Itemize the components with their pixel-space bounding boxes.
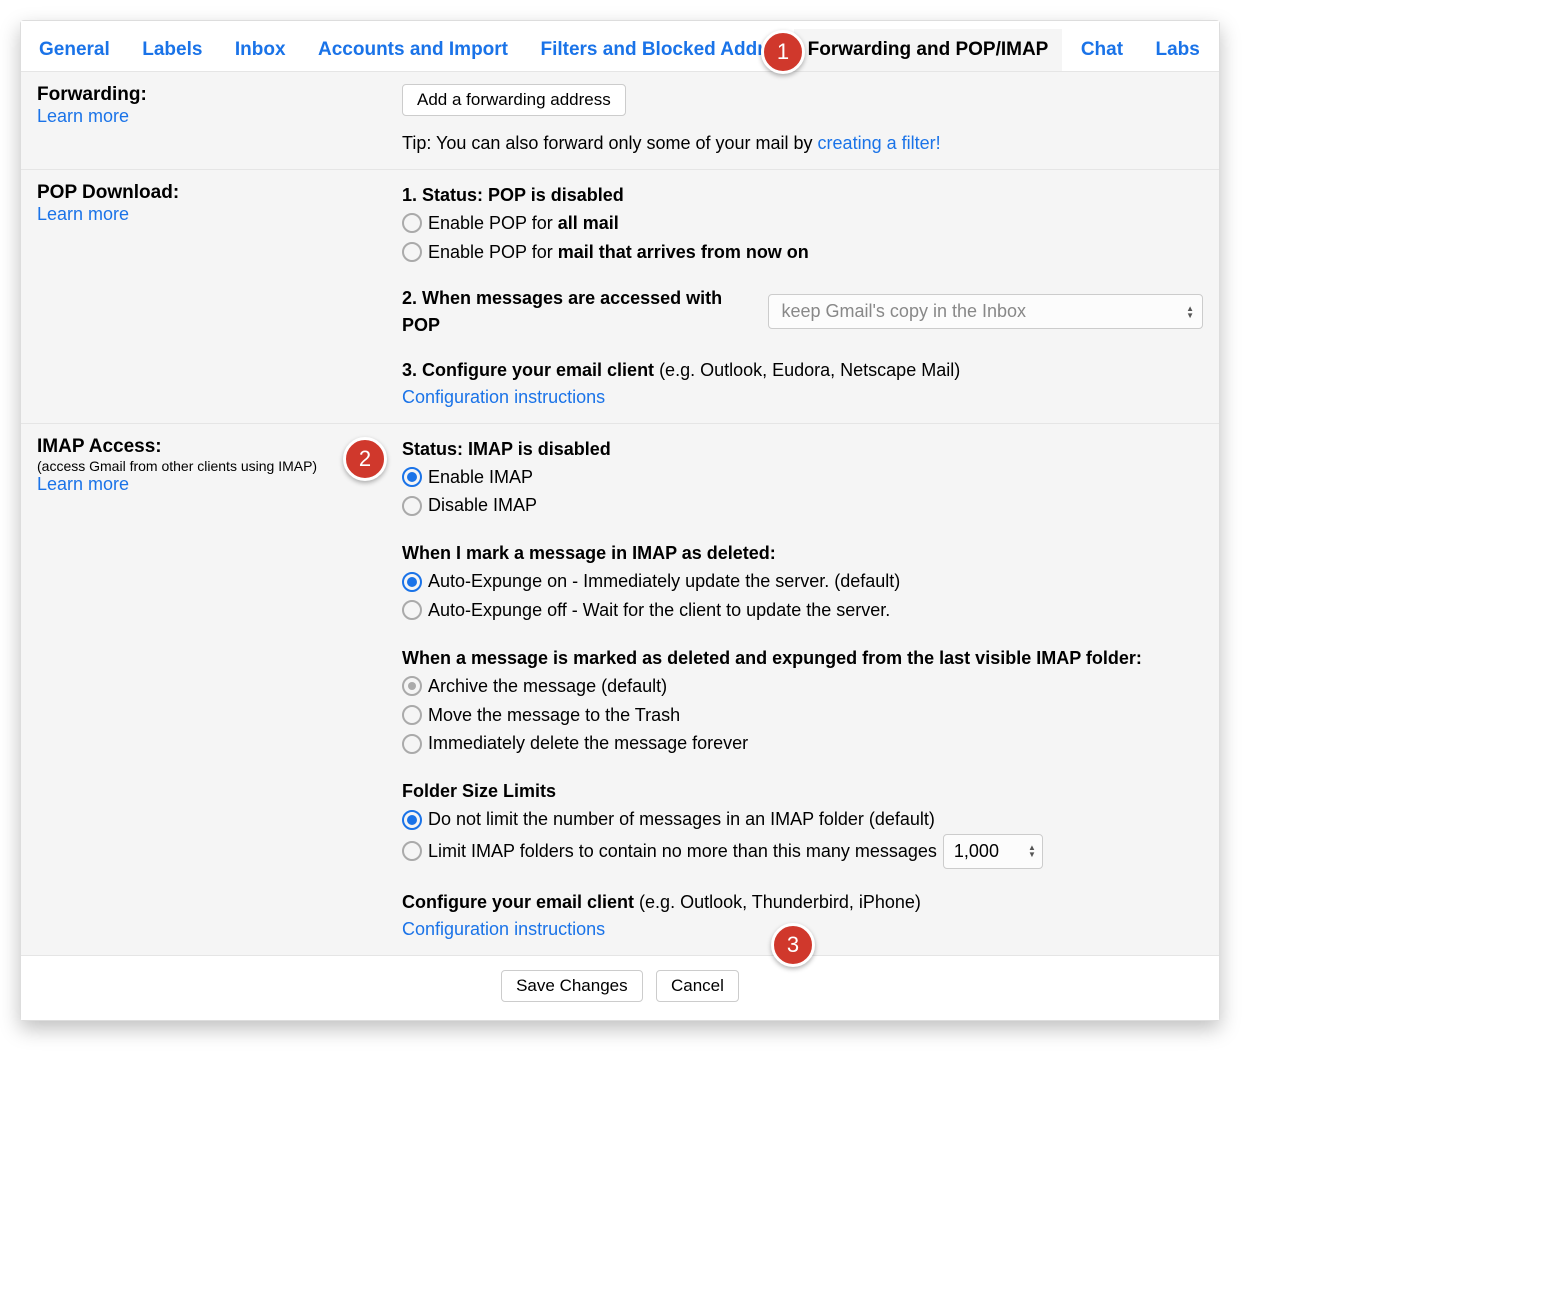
expunged-delete-radio[interactable] [402, 734, 422, 754]
pop-learn-more-link[interactable]: Learn more [37, 204, 402, 225]
expunge-off-label: Auto-Expunge off - Wait for the client t… [428, 596, 890, 625]
expunge-on-radio[interactable] [402, 572, 422, 592]
expunged-delete-label: Immediately delete the message forever [428, 729, 748, 758]
annotation-badge-2: 2 [343, 437, 387, 481]
pop-enable-all-label: Enable POP for [428, 213, 558, 233]
folder-no-limit-radio[interactable] [402, 810, 422, 830]
tab-chat[interactable]: Chat [1067, 29, 1137, 71]
pop-status-label: 1. Status: [402, 185, 488, 205]
tab-filters[interactable]: Filters and Blocked Addre [526, 29, 789, 71]
imap-disable-label: Disable IMAP [428, 491, 537, 520]
pop-action-select-value: keep Gmail's copy in the Inbox [781, 298, 1026, 325]
settings-tabs: General Labels Inbox Accounts and Import… [21, 21, 1219, 72]
select-arrows-icon: ▲▼ [1028, 844, 1036, 858]
imap-section: IMAP Access: (access Gmail from other cl… [21, 424, 1219, 955]
pop-status-value: POP is disabled [488, 185, 624, 205]
pop-when-accessed-label: 2. When messages are accessed with POP [402, 285, 760, 339]
pop-enable-now-bold: mail that arrives from now on [558, 242, 809, 262]
tab-inbox[interactable]: Inbox [221, 29, 300, 71]
tab-general[interactable]: General [25, 29, 124, 71]
annotation-badge-3: 3 [771, 923, 815, 967]
pop-heading: POP Download: [37, 182, 402, 204]
select-arrows-icon: ▲▼ [1186, 305, 1194, 319]
folder-limit-value: 1,000 [954, 837, 999, 866]
save-changes-button[interactable]: Save Changes [501, 970, 643, 1002]
pop-enable-all-bold: all mail [558, 213, 619, 233]
imap-status-value: IMAP is disabled [468, 439, 611, 459]
tab-labels[interactable]: Labels [128, 29, 216, 71]
pop-configure-example: (e.g. Outlook, Eudora, Netscape Mail) [659, 360, 960, 380]
tab-forwarding-pop-imap[interactable]: Forwarding and POP/IMAP [794, 29, 1063, 71]
expunged-archive-radio[interactable] [402, 676, 422, 696]
forwarding-learn-more-link[interactable]: Learn more [37, 106, 402, 127]
imap-configure-example: (e.g. Outlook, Thunderbird, iPhone) [639, 892, 921, 912]
imap-disable-radio[interactable] [402, 496, 422, 516]
folder-limit-label: Limit IMAP folders to contain no more th… [428, 837, 937, 866]
pop-enable-now-label: Enable POP for [428, 242, 558, 262]
imap-expunged-heading: When a message is marked as deleted and … [402, 648, 1142, 668]
forwarding-heading: Forwarding: [37, 84, 402, 106]
imap-learn-more-link[interactable]: Learn more [37, 474, 402, 495]
tab-labs[interactable]: Labs [1142, 29, 1214, 71]
pop-enable-all-radio[interactable] [402, 213, 422, 233]
imap-mark-deleted-heading: When I mark a message in IMAP as deleted… [402, 543, 776, 563]
pop-config-instructions-link[interactable]: Configuration instructions [402, 384, 1203, 411]
imap-enable-radio[interactable] [402, 467, 422, 487]
imap-enable-label: Enable IMAP [428, 463, 533, 492]
expunged-archive-label: Archive the message (default) [428, 672, 667, 701]
pop-enable-now-radio[interactable] [402, 242, 422, 262]
forwarding-tip-text: Tip: You can also forward only some of y… [402, 133, 818, 153]
folder-limits-heading: Folder Size Limits [402, 781, 556, 801]
imap-configure-label: Configure your email client [402, 892, 639, 912]
imap-status-label: Status: [402, 439, 468, 459]
pop-configure-label: 3. Configure your email client [402, 360, 659, 380]
folder-limit-radio[interactable] [402, 841, 422, 861]
expunge-off-radio[interactable] [402, 600, 422, 620]
forwarding-section: Forwarding: Learn more Add a forwarding … [21, 72, 1219, 170]
cancel-button[interactable]: Cancel [656, 970, 739, 1002]
creating-a-filter-link[interactable]: creating a filter! [818, 133, 941, 153]
pop-action-select[interactable]: keep Gmail's copy in the Inbox ▲▼ [768, 294, 1203, 329]
folder-limit-select[interactable]: 1,000 ▲▼ [943, 834, 1043, 869]
folder-no-limit-label: Do not limit the number of messages in a… [428, 805, 935, 834]
expunge-on-label: Auto-Expunge on - Immediately update the… [428, 567, 900, 596]
footer-actions: Save Changes Cancel [21, 955, 1219, 1020]
tab-accounts[interactable]: Accounts and Import [304, 29, 522, 71]
annotation-badge-1: 1 [761, 30, 805, 74]
pop-section: POP Download: Learn more 1. Status: POP … [21, 170, 1219, 424]
expunged-trash-radio[interactable] [402, 705, 422, 725]
add-forwarding-address-button[interactable]: Add a forwarding address [402, 84, 626, 116]
expunged-trash-label: Move the message to the Trash [428, 701, 680, 730]
